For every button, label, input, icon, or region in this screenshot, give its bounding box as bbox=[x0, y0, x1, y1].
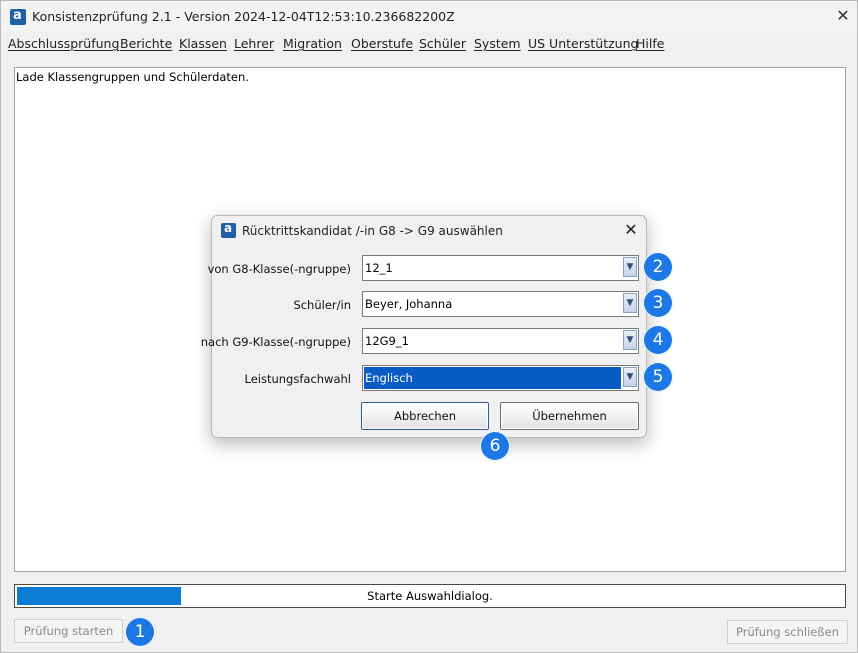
subject-choice-label: Leistungsfachwahl bbox=[244, 372, 352, 386]
step-badge-3: 3 bbox=[643, 288, 673, 318]
log-line: Lade Klassengruppen und Schülerdaten. bbox=[16, 70, 249, 84]
step-badge-5: 5 bbox=[643, 362, 673, 392]
select-dialog: a Rücktrittskandidat /-in G8 -> G9 auswä… bbox=[201, 215, 647, 438]
window-close-icon[interactable]: ✕ bbox=[833, 6, 853, 26]
window-title: Konsistenzprüfung 2.1 - Version 2024-12-… bbox=[32, 9, 455, 24]
app-logo-icon: a bbox=[10, 8, 26, 25]
menu-schueler[interactable]: Schüler bbox=[419, 36, 466, 51]
dialog-title: Rücktrittskandidat /-in G8 -> G9 auswähl… bbox=[242, 224, 503, 238]
menu-oberstufe[interactable]: Oberstufe bbox=[351, 36, 413, 51]
step-badge-1: 1 bbox=[125, 617, 155, 647]
step-badge-6: 6 bbox=[480, 431, 510, 461]
start-check-button[interactable]: Prüfung starten bbox=[14, 619, 123, 643]
menu-klassen[interactable]: Klassen bbox=[179, 36, 227, 51]
progress-text: Starte Auswahldialog. bbox=[367, 589, 493, 603]
chevron-down-icon[interactable]: ▼ bbox=[623, 367, 637, 387]
g9-class-label: nach G9-Klasse(-ngruppe) bbox=[200, 335, 351, 349]
menu-berichte[interactable]: Berichte bbox=[120, 36, 172, 51]
student-label: Schüler/in bbox=[293, 298, 351, 312]
chevron-down-icon[interactable]: ▼ bbox=[623, 293, 637, 313]
subject-choice-select[interactable]: Englisch ▼ bbox=[362, 365, 639, 391]
student-value: Beyer, Johanna bbox=[365, 297, 453, 311]
menu-abschlusspruefung[interactable]: Abschlussprüfung bbox=[8, 36, 119, 51]
g9-class-select[interactable]: 12G9_1 ▼ bbox=[362, 328, 639, 354]
g8-class-select[interactable]: 12_1 ▼ bbox=[362, 255, 639, 281]
chevron-down-icon[interactable]: ▼ bbox=[623, 257, 637, 277]
apply-button[interactable]: Übernehmen bbox=[500, 402, 639, 430]
student-select[interactable]: Beyer, Johanna ▼ bbox=[362, 291, 639, 317]
step-badge-2: 2 bbox=[643, 252, 673, 282]
g8-class-value: 12_1 bbox=[365, 261, 393, 275]
menu-bar: Abschlussprüfung Berichte Klassen Lehrer… bbox=[1, 34, 857, 54]
progress-bar: Starte Auswahldialog. bbox=[14, 584, 846, 608]
close-check-button[interactable]: Prüfung schließen bbox=[727, 620, 848, 644]
g9-class-value: 12G9_1 bbox=[365, 334, 409, 348]
chevron-down-icon[interactable]: ▼ bbox=[623, 330, 637, 350]
step-badge-4: 4 bbox=[643, 325, 673, 355]
menu-system[interactable]: System bbox=[474, 36, 521, 51]
menu-us-unterstuetzung[interactable]: US Unterstützung bbox=[528, 36, 638, 51]
g8-class-label: von G8-Klasse(-ngruppe) bbox=[207, 262, 351, 276]
menu-hilfe[interactable]: Hilfe bbox=[636, 36, 664, 51]
menu-lehrer[interactable]: Lehrer bbox=[234, 36, 274, 51]
dialog-close-icon[interactable]: ✕ bbox=[621, 220, 641, 240]
title-bar: a Konsistenzprüfung 2.1 - Version 2024-1… bbox=[1, 1, 857, 32]
menu-migration[interactable]: Migration bbox=[283, 36, 342, 51]
subject-choice-value: Englisch bbox=[365, 371, 413, 385]
cancel-button[interactable]: Abbrechen bbox=[361, 402, 489, 430]
dialog-app-icon: a bbox=[221, 221, 236, 238]
